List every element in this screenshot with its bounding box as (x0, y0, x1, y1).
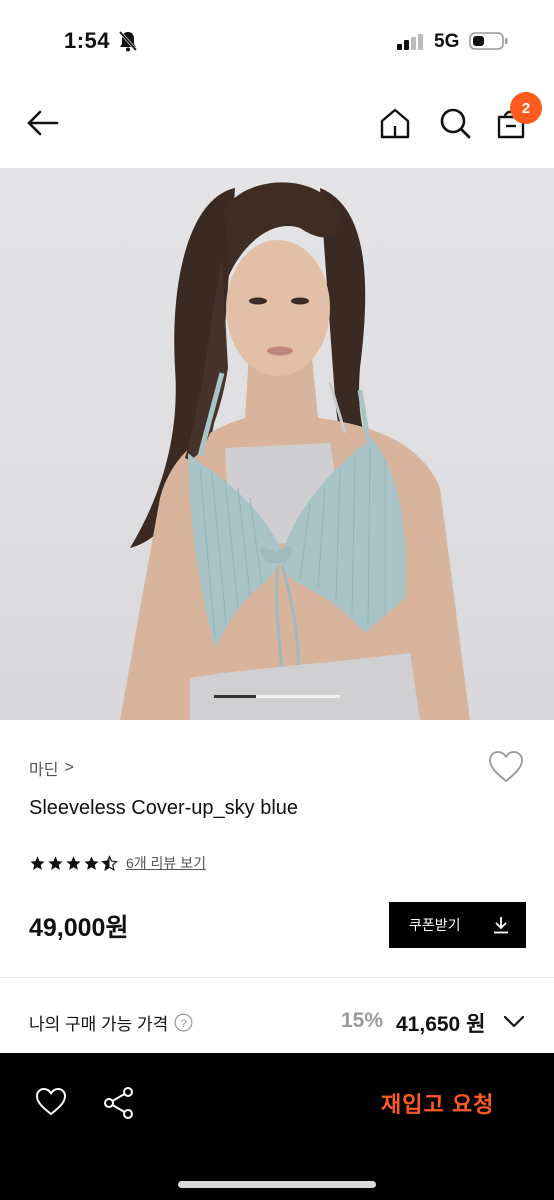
star-full-icon (84, 855, 99, 870)
final-price: 41,650 원 (396, 1013, 486, 1036)
brand-name: 마딘 (29, 762, 59, 779)
status-bar: 1:54 5G (0, 0, 554, 80)
home-indicator[interactable] (178, 1181, 376, 1188)
product-photo (120, 182, 470, 720)
heart-icon[interactable] (35, 1087, 67, 1117)
chevron-down-icon[interactable] (502, 1011, 526, 1031)
product-price: 49,000원 (29, 914, 129, 942)
coupon-download-button[interactable]: 쿠폰받기 (389, 902, 526, 948)
star-full-icon (30, 855, 45, 870)
brand-link[interactable]: 마딘 > (29, 756, 74, 780)
star-half-icon (101, 854, 118, 871)
back-arrow-icon[interactable] (26, 106, 60, 140)
wishlist-heart-icon[interactable] (488, 750, 524, 784)
my-price-label-row: 나의 구매 가능 가격 ? (29, 1010, 193, 1035)
discount-rate: 15% (341, 1009, 384, 1032)
restock-request-button[interactable]: 재입고 요청 (381, 1087, 494, 1119)
network-type: 5G (434, 31, 460, 52)
chevron-right-icon: > (64, 759, 74, 776)
svg-text:?: ? (181, 1018, 187, 1030)
bell-off-icon (118, 31, 138, 52)
my-price-label: 나의 구매 가능 가격 (29, 1015, 169, 1034)
battery-icon (469, 32, 508, 50)
download-icon (494, 917, 508, 934)
star-full-icon (48, 855, 63, 870)
cart-count-badge: 2 (510, 92, 542, 124)
product-image-gallery[interactable] (0, 168, 554, 720)
search-icon[interactable] (438, 106, 472, 140)
section-divider (0, 977, 554, 978)
top-navigation: 2 (0, 80, 554, 168)
signal-icon (397, 34, 423, 50)
gallery-pager (214, 695, 340, 698)
rating-row: 6개 리뷰 보기 (29, 853, 206, 873)
product-name: Sleeveless Cover-up_sky blue (29, 797, 299, 819)
gallery-pager-active (214, 695, 256, 698)
rating-stars (29, 854, 118, 872)
coupon-button-label: 쿠폰받기 (409, 917, 461, 933)
review-link[interactable]: 6개 리뷰 보기 (126, 853, 206, 873)
help-icon[interactable]: ? (174, 1013, 193, 1032)
bottom-action-bar: 재입고 요청 (0, 1053, 554, 1200)
star-full-icon (66, 855, 81, 870)
home-icon[interactable] (378, 106, 412, 140)
status-time: 1:54 (64, 28, 111, 53)
share-icon[interactable] (102, 1086, 136, 1120)
